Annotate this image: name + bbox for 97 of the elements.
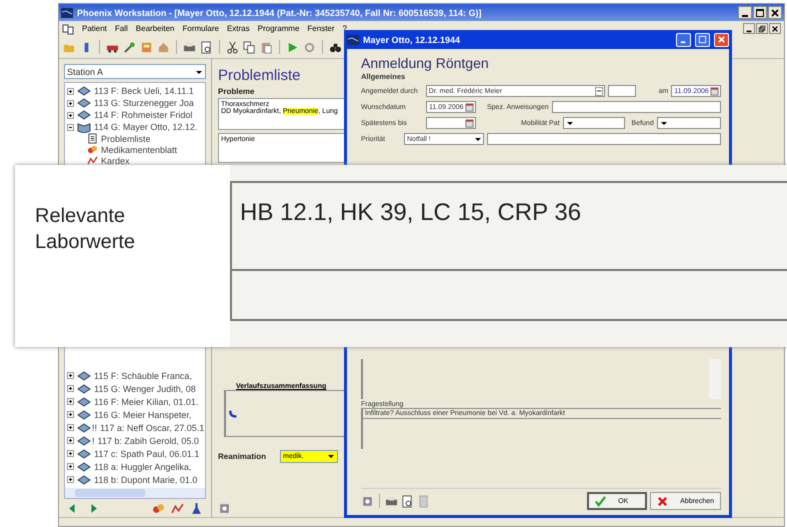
printer-icon[interactable] <box>183 40 196 54</box>
panel-title: Problemliste <box>218 67 302 84</box>
horizontal-scrollbar[interactable] <box>65 488 205 498</box>
cross-icon <box>657 496 668 506</box>
pills-icon[interactable] <box>152 502 165 514</box>
flask-icon[interactable] <box>190 502 203 514</box>
expand-icon[interactable] <box>67 88 74 94</box>
tree-item[interactable]: 113 G: Sturzenegger Joa <box>94 98 194 108</box>
tree-item[interactable]: 117 c: Spath Paul, 06.01.1 <box>94 448 200 458</box>
tree-item[interactable]: 113 F: Beck Ueli, 14.11.1 <box>94 86 194 96</box>
calendar-icon[interactable] <box>710 86 719 96</box>
expand-icon[interactable] <box>67 411 74 418</box>
text-area[interactable] <box>230 271 787 321</box>
tree-item[interactable]: 116 F: Meier Kilian, 01.01. <box>94 396 198 406</box>
pills-icon <box>87 144 98 155</box>
maximize-icon <box>698 35 707 44</box>
menu-item[interactable]: Patient <box>82 24 107 33</box>
menu-item[interactable]: Extras <box>226 24 250 33</box>
menu-item[interactable]: Fenster <box>307 24 335 33</box>
restore-button[interactable] <box>756 23 768 34</box>
tree-item[interactable]: 117 b: Zabih Gerold, 05.0 <box>98 436 199 446</box>
form-title: Anmeldung Röntgen <box>361 55 490 71</box>
tree-item[interactable]: 115 F: Schäuble Franca, <box>94 370 192 380</box>
calendar-icon[interactable] <box>465 102 474 112</box>
lab-values-field[interactable]: HB 12.1, HK 39, LC 15, CRP 36 <box>230 181 787 271</box>
menu-item[interactable]: Fall <box>114 24 128 33</box>
copy-icon[interactable] <box>243 40 256 54</box>
dropdown-arrow-icon <box>660 119 668 127</box>
paste-icon[interactable] <box>260 40 273 54</box>
checkmark-icon <box>595 496 606 506</box>
field-label: Probleme <box>218 87 256 96</box>
field-label: Reanimation <box>218 452 266 461</box>
tree-item[interactable]: 116 G: Meier Hanspeter, <box>94 410 192 420</box>
expand-icon[interactable] <box>67 437 74 444</box>
menu-item[interactable]: Formulare <box>182 24 219 33</box>
app-icon <box>61 8 73 18</box>
collapse-icon[interactable] <box>67 124 74 130</box>
maximize-icon <box>755 8 765 18</box>
finding-dropdown[interactable] <box>656 117 721 129</box>
chart-icon[interactable] <box>171 502 184 514</box>
expand-icon[interactable] <box>67 112 74 118</box>
expand-icon[interactable] <box>67 372 74 379</box>
mobility-dropdown[interactable] <box>562 117 625 129</box>
tree-item[interactable]: 118 b: Dupont Marie, 01.0 <box>94 474 198 484</box>
field-label: Relevante Laborwerte <box>15 165 230 347</box>
window-title: Phoenix Workstation - [Mayer Otto, 12.12.1944 (Pat.-Nr: 345235740, Fall Nr: 600516539, 114: G)] <box>77 8 483 18</box>
expand-icon[interactable] <box>67 424 74 431</box>
cut-icon[interactable] <box>226 40 239 54</box>
tree-item[interactable]: Problemliste <box>101 134 151 144</box>
dialog-title: Mayer Otto, 12.12.1944 <box>363 34 462 44</box>
dropdown-arrow-icon <box>566 119 574 127</box>
minimize-button[interactable] <box>738 6 752 19</box>
dash-icon <box>596 88 602 94</box>
menu-item[interactable]: Programme <box>258 24 300 33</box>
alert-mark: !! <box>92 422 98 432</box>
close-icon <box>770 8 780 18</box>
instructions-field[interactable] <box>552 101 721 113</box>
expand-icon[interactable] <box>67 100 74 106</box>
expand-icon[interactable] <box>67 450 74 457</box>
minimize-button[interactable] <box>743 23 755 34</box>
print-preview-icon[interactable] <box>200 40 213 54</box>
tree-item[interactable]: 115 G: Wenger Judith, 08 <box>94 384 196 394</box>
input-field[interactable] <box>487 133 721 145</box>
tree-item[interactable]: 114 F: Rohmeister Fridol <box>94 110 192 120</box>
station-dropdown[interactable]: Station A <box>64 64 206 79</box>
tool-icon[interactable] <box>123 40 136 54</box>
tree-item[interactable]: Kardex <box>101 156 130 166</box>
maximize-button[interactable] <box>753 6 767 19</box>
document-icon <box>62 22 74 34</box>
expand-icon[interactable] <box>67 476 74 483</box>
tree-item[interactable]: 118 a: Huggler Angelika, <box>94 462 192 472</box>
app-icon <box>347 34 359 44</box>
minimize-icon <box>742 14 748 16</box>
open-book-icon <box>77 121 91 133</box>
alert-mark: ! <box>92 436 95 446</box>
tree-item[interactable]: 117 a: Neff Oscar, 27.05.1 <box>100 422 204 432</box>
close-button[interactable] <box>769 23 781 34</box>
dropdown-arrow-icon <box>474 135 482 143</box>
expand-icon[interactable] <box>67 398 74 405</box>
tree-item[interactable]: 114 G: Mayer Otto, 12.12. <box>94 122 198 132</box>
tree-item[interactable]: Medikamentenblatt <box>101 144 178 154</box>
close-icon <box>771 24 779 32</box>
printer-icon[interactable] <box>385 494 398 508</box>
calendar-icon[interactable] <box>465 118 474 128</box>
expand-icon[interactable] <box>67 463 74 470</box>
input-field[interactable] <box>608 85 636 97</box>
menu-item[interactable]: Bearbeiten <box>136 24 174 33</box>
date-field[interactable] <box>426 117 476 129</box>
print-preview-icon[interactable] <box>401 494 414 508</box>
expand-icon[interactable] <box>67 385 74 392</box>
lookup-button[interactable] <box>594 86 603 96</box>
chart-icon <box>87 155 98 166</box>
dropdown-arrow-icon <box>327 452 336 460</box>
restore-icon <box>758 24 766 32</box>
close-icon <box>717 35 726 44</box>
close-button[interactable] <box>768 6 782 19</box>
page-icon <box>87 133 98 144</box>
